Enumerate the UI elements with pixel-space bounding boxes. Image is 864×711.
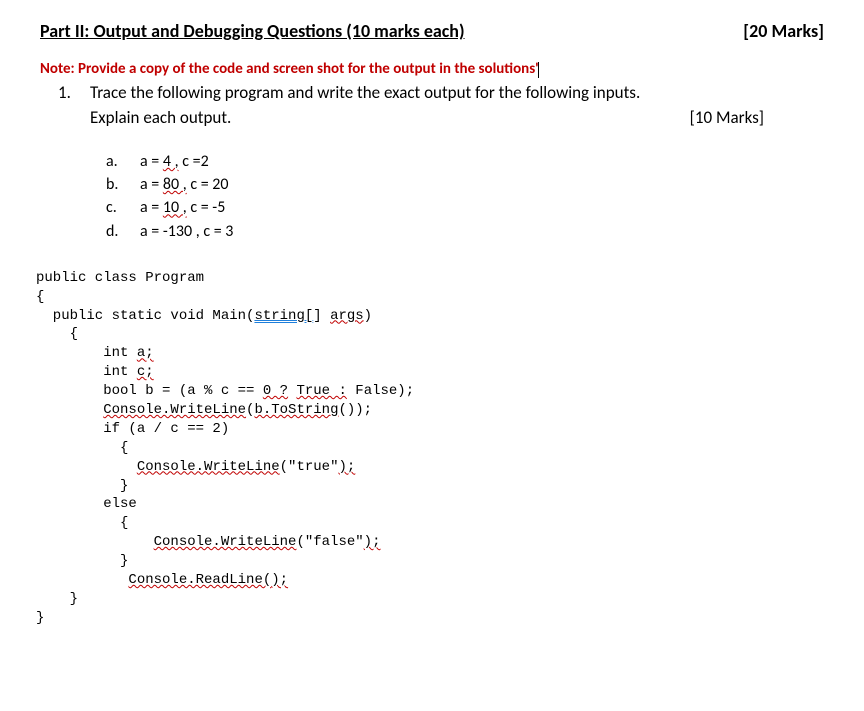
part-title: Part II: Output and Debugging Questions … bbox=[40, 20, 465, 42]
option-text-a: a = 4 , c =2 bbox=[140, 150, 209, 173]
question-row-2: Explain each output. [10 Marks] bbox=[90, 107, 824, 128]
option-text-c: a = 10 , c = -5 bbox=[140, 196, 225, 219]
options-list: a. a = 4 , c =2 b. a = 80 , c = 20 c. a … bbox=[106, 150, 824, 243]
note-text: Note: Provide a copy of the code and scr… bbox=[40, 60, 824, 78]
question-text: Trace the following program and write th… bbox=[90, 82, 640, 103]
question-explain: Explain each output. bbox=[90, 107, 231, 128]
option-a: a. a = 4 , c =2 bbox=[106, 150, 824, 173]
option-d: d. a = -130 , c = 3 bbox=[106, 220, 824, 243]
text-cursor bbox=[538, 62, 539, 78]
option-c: c. a = 10 , c = -5 bbox=[106, 196, 824, 219]
option-text-b: a = 80 , c = 20 bbox=[140, 173, 229, 196]
total-marks: [20 Marks] bbox=[743, 20, 824, 42]
note-content: Note: Provide a copy of the code and scr… bbox=[40, 60, 539, 78]
header-row: Part II: Output and Debugging Questions … bbox=[40, 20, 824, 42]
question-marks: [10 Marks] bbox=[690, 107, 764, 128]
question-row: 1. Trace the following program and write… bbox=[58, 82, 824, 103]
option-b: b. a = 80 , c = 20 bbox=[106, 173, 824, 196]
option-label-a: a. bbox=[106, 150, 124, 173]
option-label-c: c. bbox=[106, 196, 124, 219]
option-label-b: b. bbox=[106, 173, 124, 196]
option-label-d: d. bbox=[106, 220, 124, 243]
code-block: public class Program { public static voi… bbox=[36, 269, 824, 628]
question-number: 1. bbox=[58, 82, 76, 103]
option-text-d: a = -130 , c = 3 bbox=[140, 220, 233, 243]
